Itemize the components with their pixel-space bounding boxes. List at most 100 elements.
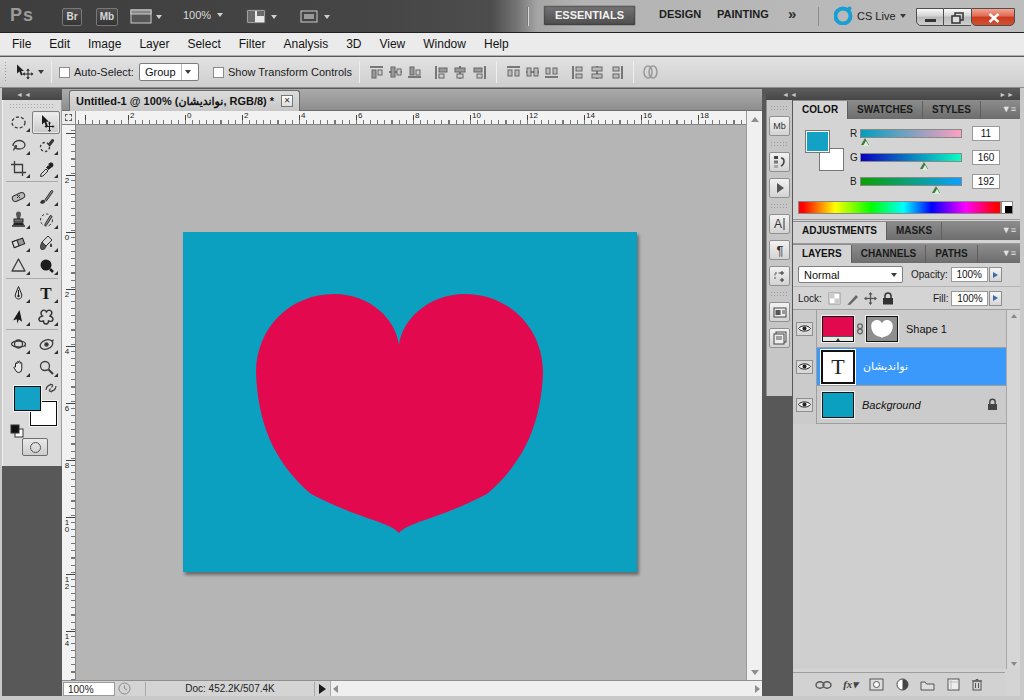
tab-styles[interactable]: STYLES [923,101,981,119]
tool-3d-camera-rotate[interactable] [32,333,60,356]
show-transform-checkbox[interactable] [213,67,224,78]
tab-channels[interactable]: CHANNELS [852,245,927,263]
minibridge-button[interactable]: Mb [96,8,118,26]
notes-panel-button[interactable] [769,328,790,348]
opacity-spinner[interactable] [989,267,1002,282]
layer-row-shape1[interactable]: Shape 1 [793,310,1020,348]
red-value-field[interactable]: 11 [972,126,1000,141]
menu-select[interactable]: Select [178,33,229,56]
menu-3d[interactable]: 3D [337,33,370,56]
vertical-scrollbar[interactable] [746,111,762,680]
right-dock-header[interactable]: ◄◄►► [766,89,1020,100]
actions-panel-button[interactable] [769,178,790,198]
restore-button[interactable] [944,8,971,26]
menu-analysis[interactable]: Analysis [274,33,337,56]
align-bottom-edges-icon[interactable] [406,64,423,80]
layer-name[interactable]: Background [862,399,921,411]
layer-name[interactable]: نوانديشان [863,360,908,373]
tool-crop[interactable] [4,157,32,180]
align-right-edges-icon[interactable] [471,64,488,80]
layer-name[interactable]: Shape 1 [906,323,947,335]
screen-mode-button[interactable] [299,9,330,24]
visibility-cell[interactable] [793,348,817,386]
align-vertical-centers-icon[interactable] [387,64,404,80]
align-horizontal-centers-icon[interactable] [452,64,469,80]
heart-shape[interactable] [256,294,543,533]
workspace-essentials[interactable]: ESSENTIALS [543,5,636,26]
distribute-top-edges-icon[interactable] [505,64,522,80]
cs-live-button[interactable]: CS Live [834,6,906,25]
quick-mask-button[interactable] [22,438,48,456]
minibridge-panel-button[interactable]: Mb [769,116,790,136]
tab-swatches[interactable]: SWATCHES [848,101,923,119]
color-spectrum-bar[interactable] [798,201,1001,214]
green-slider[interactable] [860,153,962,162]
menu-layer[interactable]: Layer [130,33,178,56]
tab-layers[interactable]: LAYERS [793,245,852,263]
visibility-cell[interactable] [793,310,817,348]
tool-pen[interactable] [4,282,32,305]
tools-grip[interactable] [9,102,55,109]
scroll-up-icon[interactable] [1007,310,1020,321]
workspace-painting[interactable]: PAINTING [706,5,780,26]
menu-file[interactable]: File [3,33,40,56]
tool-healing-brush[interactable] [4,185,32,208]
lock-all-icon[interactable] [882,292,894,305]
tab-masks[interactable]: MASKS [887,222,942,240]
link-layers-icon[interactable] [815,680,832,690]
workspace-design[interactable]: DESIGN [648,5,712,26]
shape-fill-thumbnail[interactable] [822,316,854,342]
fill-spinner[interactable] [989,291,1002,306]
scroll-down-icon[interactable] [1007,658,1020,669]
history-panel-button[interactable] [769,152,790,172]
zoom-level-button[interactable]: 100% [183,9,223,21]
arrange-documents-button[interactable] [246,9,277,24]
distribute-bottom-edges-icon[interactable] [543,64,560,80]
horizontal-scrollbar[interactable] [330,681,762,697]
tool-dock-header[interactable]: ◄◄ [2,89,62,100]
tool-3d-rotate[interactable] [4,333,32,356]
fill-field[interactable]: 100% [951,291,988,306]
scroll-down-icon[interactable] [748,665,762,679]
tool-path-selection[interactable] [4,305,32,328]
layers-scrollbar[interactable] [1006,310,1020,669]
blend-mode-dropdown[interactable]: Normal [798,266,903,283]
tab-paths[interactable]: PATHS [926,245,977,263]
auto-select-checkbox[interactable] [59,67,70,78]
menu-filter[interactable]: Filter [230,33,275,56]
distribute-vertical-centers-icon[interactable] [524,64,541,80]
tab-adjustments[interactable]: ADJUSTMENTS [793,222,887,240]
tool-brush[interactable] [32,185,60,208]
align-left-edges-icon[interactable] [433,64,450,80]
clone-source-panel-button[interactable] [769,266,790,286]
tool-custom-shape[interactable] [32,305,60,328]
character-panel-button[interactable]: A [769,214,790,234]
minimize-button[interactable] [916,8,944,26]
tool-clone-stamp[interactable] [4,208,32,231]
auto-select-dropdown[interactable]: Group [139,63,199,81]
spectrum-bw-swatches[interactable] [1001,201,1013,214]
tool-lasso[interactable] [4,134,32,157]
tab-color[interactable]: COLOR [793,101,848,119]
panel-menu-icon[interactable]: ▼≡ [1002,104,1016,114]
tool-gradient[interactable] [32,231,60,254]
distribute-horizontal-centers-icon[interactable] [589,64,606,80]
text-layer-thumbnail[interactable]: T [821,350,855,384]
lock-transparency-icon[interactable] [828,292,841,305]
scroll-left-icon[interactable] [333,685,338,693]
green-value-field[interactable]: 160 [972,150,1000,165]
new-layer-icon[interactable] [947,678,960,691]
tool-history-brush[interactable] [32,208,60,231]
tool-marquee[interactable] [4,111,32,134]
tab-close-icon[interactable]: ✕ [281,95,293,107]
view-extras-button[interactable] [130,9,162,24]
scroll-right-icon[interactable] [755,685,760,693]
layer-style-icon[interactable]: fx▾ [843,678,858,691]
status-zoom-field[interactable]: 100% [63,682,115,696]
foreground-color-swatch[interactable] [14,386,41,411]
mask-link-icon[interactable] [856,322,864,336]
menu-window[interactable]: Window [414,33,475,56]
default-colors-icon[interactable] [10,424,24,438]
paragraph-panel-button[interactable]: ¶ [769,240,790,260]
lock-pixels-icon[interactable] [846,292,859,305]
